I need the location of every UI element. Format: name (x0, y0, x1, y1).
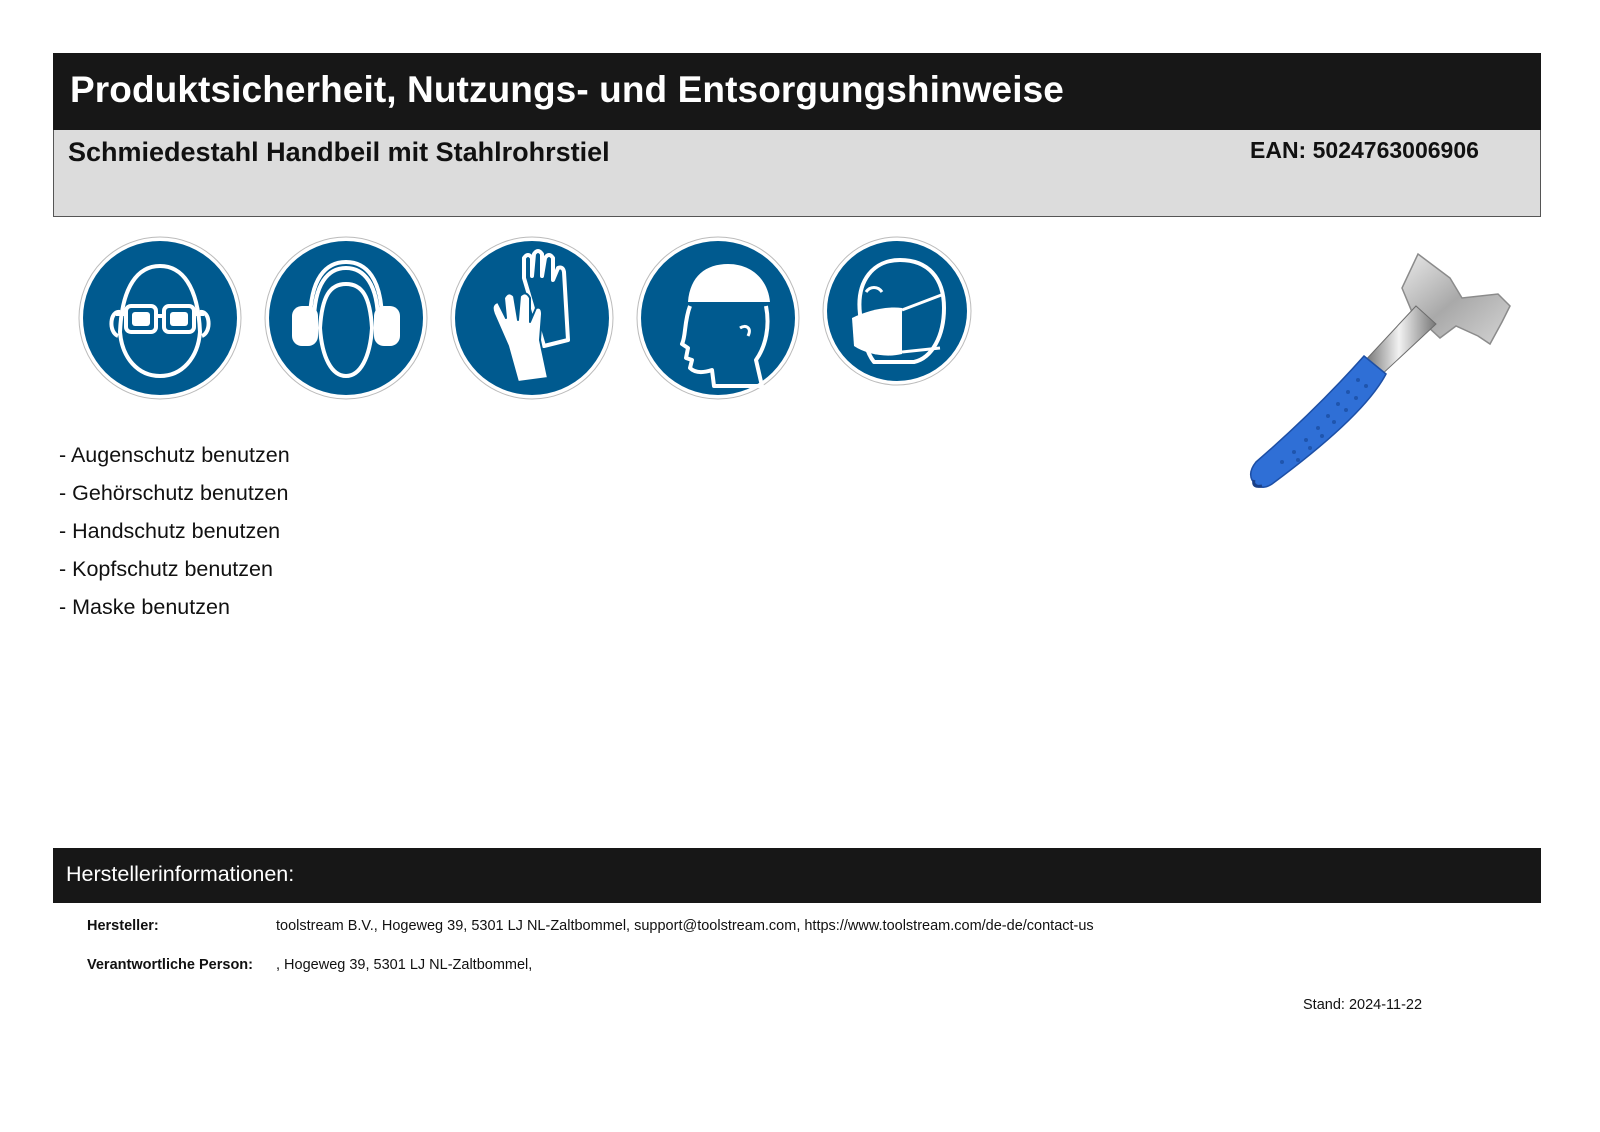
responsible-person-value: , Hogeweg 39, 5301 LJ NL-Zaltbommel, (276, 957, 533, 973)
safety-signs (78, 236, 998, 402)
list-item: - Maske benutzen (59, 595, 230, 619)
responsible-person-label: Verantwortliche Person: (87, 957, 253, 973)
list-item: - Handschutz benutzen (59, 519, 281, 543)
ean-code: EAN: 5024763006906 (1250, 137, 1479, 163)
mask-icon (822, 236, 972, 386)
title-bar: Produktsicherheit, Nutzungs- und Entsorg… (53, 53, 1541, 130)
eye-protection-icon (78, 236, 242, 400)
manufacturer-value: toolstream B.V., Hogeweg 39, 5301 LJ NL-… (276, 918, 1094, 934)
manufacturer-heading: Herstellerinformationen: (66, 862, 295, 886)
stand-date: Stand: 2024-11-22 (1303, 997, 1423, 1013)
list-item: - Augenschutz benutzen (59, 443, 290, 467)
hatchet-icon (1240, 248, 1540, 498)
hand-protection-icon (450, 236, 614, 400)
head-protection-icon (636, 236, 800, 400)
list-item: - Kopfschutz benutzen (59, 557, 273, 581)
product-name: Schmiedestahl Handbeil mit Stahlrohrstie… (68, 137, 610, 167)
product-bar: Schmiedestahl Handbeil mit Stahlrohrstie… (53, 130, 1541, 217)
ppe-list: - Augenschutz benutzen - Gehörschutz ben… (59, 436, 290, 626)
manufacturer-label: Hersteller: (87, 918, 159, 934)
page-title: Produktsicherheit, Nutzungs- und Entsorg… (70, 69, 1064, 110)
manufacturer-header: Herstellerinformationen: (53, 848, 1541, 903)
ear-protection-icon (264, 236, 428, 400)
list-item: - Gehörschutz benutzen (59, 481, 289, 505)
